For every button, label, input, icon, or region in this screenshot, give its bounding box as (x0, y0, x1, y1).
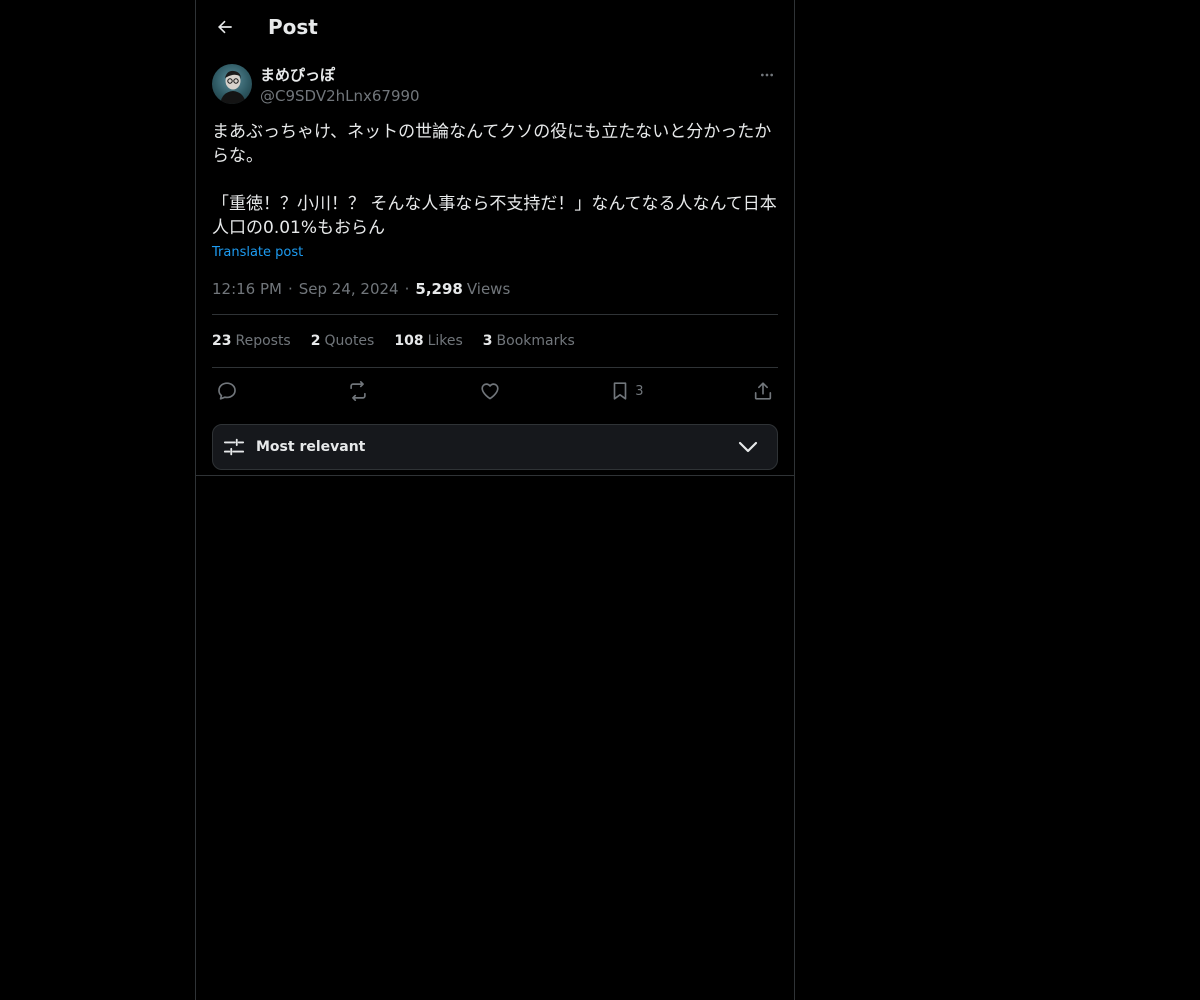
stat-label: Likes (427, 333, 463, 349)
avatar-image (220, 70, 246, 104)
section-divider (196, 475, 794, 476)
more-options-button[interactable] (756, 64, 778, 86)
action-bar: 3 (212, 368, 778, 414)
bookmark-count: 3 (635, 383, 644, 399)
author-display-name[interactable]: まめぴっぽ (260, 65, 335, 85)
back-button[interactable] (208, 10, 242, 44)
arrow-left-icon (218, 20, 232, 34)
page-header: Post (196, 0, 794, 54)
bookmark-icon (613, 382, 627, 400)
post-time[interactable]: 12:16 PM (212, 279, 282, 299)
sliders-icon (223, 438, 245, 456)
author-row: まめぴっぽ @C9SDV2hLnx67990 (212, 64, 778, 108)
author-handle[interactable]: @C9SDV2hLnx67990 (260, 86, 420, 106)
stat-count: 3 (482, 333, 493, 349)
stat-label: Quotes (324, 333, 375, 349)
engagement-stats: 23 Reposts 2 Quotes 108 Likes 3 Bookmark… (212, 315, 778, 368)
reply-sort-dropdown[interactable]: Most relevant (212, 424, 778, 470)
page-title: Post (268, 15, 318, 39)
share-icon (754, 382, 772, 400)
sort-label: Most relevant (256, 439, 366, 455)
stat-bookmarks[interactable]: 3 Bookmarks (483, 333, 575, 349)
share-button[interactable] (752, 380, 774, 402)
views-count: 5,298 (415, 280, 463, 298)
post-date[interactable]: Sep 24, 2024 (299, 279, 399, 299)
stat-count: 108 (394, 333, 424, 349)
like-button[interactable] (479, 380, 501, 402)
reply-button[interactable] (216, 380, 238, 402)
stat-count: 2 (310, 333, 321, 349)
translate-post-link[interactable]: Translate post (212, 244, 303, 262)
primary-column: Post まめぴっぽ @C9SDV2hLnx67990 まあぶっちゃけ、ネットの… (195, 0, 795, 1000)
repost-button[interactable] (346, 380, 370, 402)
post-text: まあぶっちゃけ、ネットの世論なんてクソの役にも立たないと分かったからな。 「重徳… (212, 122, 777, 238)
repost-icon (350, 381, 367, 401)
stat-reposts[interactable]: 23 Reposts (212, 333, 291, 349)
stat-label: Reposts (235, 333, 291, 349)
more-horizontal-icon (761, 73, 773, 77)
avatar[interactable] (212, 64, 252, 104)
meta-separator: · (404, 280, 410, 298)
heart-icon (481, 383, 499, 400)
views-label: Views (466, 280, 511, 298)
post-detail: まめぴっぽ @C9SDV2hLnx67990 まあぶっちゃけ、ネットの世論なんて… (212, 64, 778, 470)
bookmark-button[interactable]: 3 (609, 380, 644, 402)
stat-quotes[interactable]: 2 Quotes (311, 333, 375, 349)
meta-separator: · (287, 280, 293, 298)
reply-icon (218, 382, 236, 400)
post-meta: 12:16 PM · Sep 24, 2024 · 5,298 Views (212, 279, 778, 315)
stat-count: 23 (212, 333, 232, 349)
stat-likes[interactable]: 108 Likes (394, 333, 462, 349)
chevron-down-icon (738, 441, 758, 453)
stat-label: Bookmarks (496, 333, 575, 349)
